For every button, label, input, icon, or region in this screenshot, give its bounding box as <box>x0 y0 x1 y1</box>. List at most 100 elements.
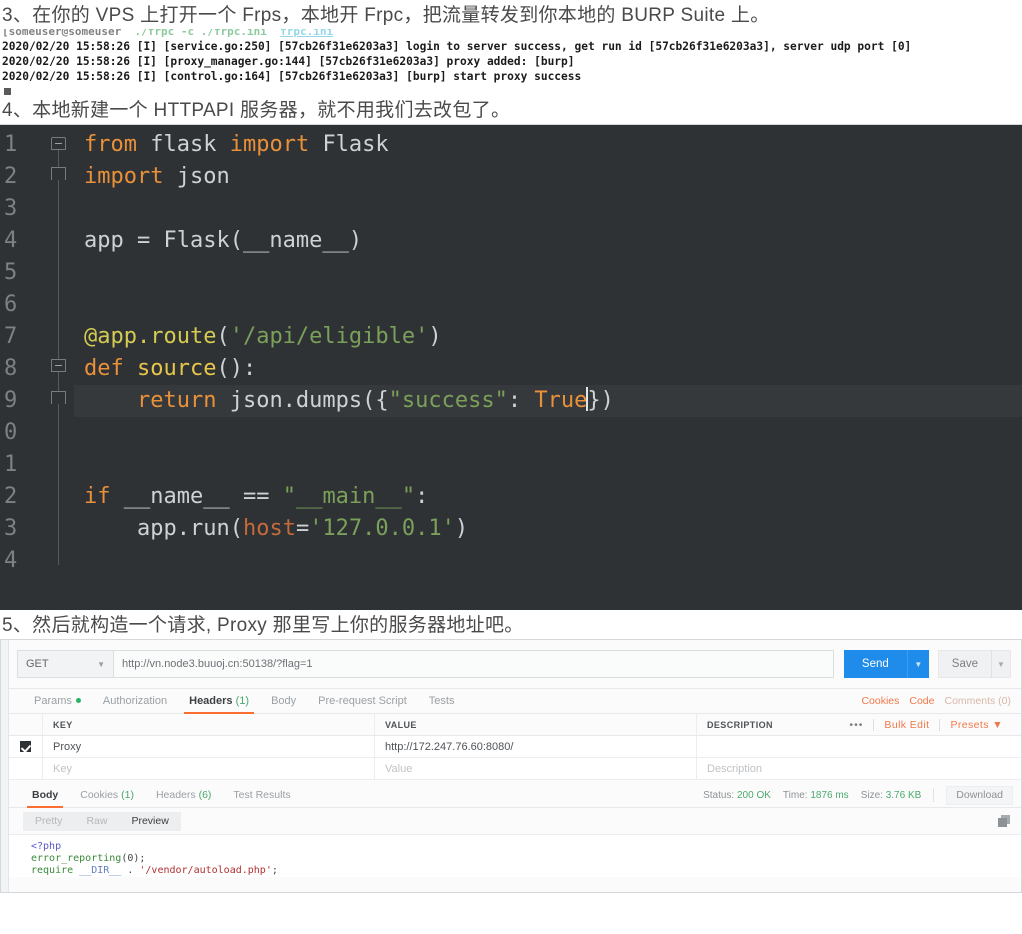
line-number: 1 <box>4 132 18 157</box>
comments-link[interactable]: Comments (0) <box>944 695 1011 707</box>
code-line[interactable] <box>74 545 1022 577</box>
code-line-active[interactable]: return json.dumps({"success": True}) <box>74 385 1022 417</box>
headers-table-tools[interactable]: ••• Bulk Edit Presets ▼ <box>839 718 1021 731</box>
table-row[interactable]: Key Value Description <box>9 758 1021 780</box>
code-line[interactable] <box>74 257 1022 289</box>
terminal-cursor <box>4 88 11 95</box>
request-tabs-actions[interactable]: Cookies Code Comments (0) <box>861 695 1021 707</box>
header-description-cell[interactable] <box>697 736 1021 757</box>
download-button[interactable]: Download <box>946 785 1013 805</box>
heading-step-5: 5、然后就构造一个请求, Proxy 那里写上你的服务器地址吧。 <box>2 615 524 636</box>
row-checkbox-cell[interactable] <box>9 758 43 779</box>
line-number: 3 <box>4 196 18 221</box>
fold-icon-line8[interactable] <box>51 359 66 372</box>
chevron-down-icon: ▼ <box>992 718 1003 731</box>
editor-gutter: 1 2 3 4 5 6 7 8 9 0 1 2 3 4 <box>0 125 44 610</box>
code-line[interactable]: from flask import Flask <box>74 129 1022 161</box>
header-key-cell[interactable]: Proxy <box>43 736 375 757</box>
code-line[interactable]: app.run(host='127.0.0.1') <box>74 513 1022 545</box>
row-checkbox[interactable] <box>20 741 31 752</box>
line-number: 4 <box>4 228 18 253</box>
fold-icon-line1[interactable] <box>51 137 66 150</box>
tab-authorization[interactable]: Authorization <box>92 688 178 714</box>
status-badge: Status: 200 OK <box>703 789 771 801</box>
response-body-preview: <?php error_reporting(0); require __DIR_… <box>9 834 1021 877</box>
terminal-line: 2020/02/20 15:58:26 [I] [service.go:250]… <box>2 40 912 53</box>
save-button-group[interactable]: Save ▼ <box>937 650 1011 678</box>
terminal-log-panel: [someuser@someuser ./frpc -c ./frpc.ini … <box>0 29 1022 95</box>
response-code-line: require __DIR__ . '/vendor/autoload.php'… <box>31 865 278 876</box>
params-modified-dot-icon <box>75 698 81 703</box>
line-number: 4 <box>4 548 18 573</box>
header-value-cell-placeholder[interactable]: Value <box>375 758 697 779</box>
tab-headers[interactable]: Headers (1) <box>178 688 260 714</box>
format-pretty[interactable]: Pretty <box>23 812 74 831</box>
row-checkbox-cell[interactable] <box>9 736 43 757</box>
format-preview[interactable]: Preview <box>119 811 181 831</box>
terminal-clipped-mid: ./frpc -c ./frpc.ini <box>134 29 267 38</box>
header-value-cell[interactable]: http://172.247.76.60:8080/ <box>375 736 697 757</box>
format-raw[interactable]: Raw <box>74 812 119 831</box>
code-line[interactable] <box>74 289 1022 321</box>
code-line[interactable] <box>74 449 1022 481</box>
format-toggle-group[interactable]: Pretty Raw Preview <box>23 811 181 831</box>
line-number: 8 <box>4 356 18 381</box>
code-line[interactable] <box>74 417 1022 449</box>
send-button[interactable]: Send <box>843 650 907 678</box>
code-line[interactable]: app = Flask(__name__) <box>74 225 1022 257</box>
copy-icon[interactable] <box>998 814 1011 828</box>
editor-code-area[interactable]: from flask import Flask import json app … <box>74 125 1022 610</box>
header-checkbox-column <box>9 714 43 735</box>
heading-step-3: 3、在你的 VPS 上打开一个 Frps，本地开 Frpc，把流量转发到你本地的… <box>2 5 770 26</box>
column-key: KEY <box>43 714 375 735</box>
code-link[interactable]: Code <box>909 695 934 707</box>
terminal-clipped-suffix: frpc.ini <box>280 29 334 38</box>
code-line[interactable]: @app.route('/api/eligible') <box>74 321 1022 353</box>
postman-left-rail <box>1 640 9 892</box>
http-method-value: GET <box>26 658 49 670</box>
send-options-chevron-icon[interactable]: ▼ <box>906 650 929 678</box>
request-url-input[interactable]: http://vn.node3.buuoj.cn:50138/?flag=1 <box>113 650 834 678</box>
presets-button[interactable]: Presets ▼ <box>940 719 1013 731</box>
column-description: DESCRIPTION ••• Bulk Edit Presets ▼ <box>697 714 1021 735</box>
cookies-link[interactable]: Cookies <box>861 695 899 707</box>
save-options-chevron-icon[interactable]: ▼ <box>991 650 1011 678</box>
chevron-down-icon: ▼ <box>97 659 105 669</box>
line-number: 6 <box>4 292 18 317</box>
response-tab-headers[interactable]: Headers (6) <box>145 782 222 808</box>
response-code-line: <?php <box>31 841 62 852</box>
request-tabs[interactable]: Params Authorization Headers (1) Body Pr… <box>9 688 1021 714</box>
tab-pre-request-script[interactable]: Pre-request Script <box>307 688 418 714</box>
fold-icon-line2[interactable] <box>51 167 66 180</box>
code-line[interactable]: if __name__ == "__main__": <box>74 481 1022 513</box>
fold-icon-line9[interactable] <box>51 391 66 404</box>
more-options-icon[interactable]: ••• <box>839 719 873 731</box>
response-tab-cookies[interactable]: Cookies (1) <box>69 782 145 808</box>
code-editor[interactable]: 1 2 3 4 5 6 7 8 9 0 1 2 3 4 from flask i… <box>0 124 1022 610</box>
response-tabs[interactable]: Body Cookies (1) Headers (6) Test Result… <box>9 783 1021 808</box>
tab-params[interactable]: Params <box>23 688 92 714</box>
bulk-edit-button[interactable]: Bulk Edit <box>874 719 939 731</box>
tab-tests[interactable]: Tests <box>418 688 466 714</box>
code-line[interactable]: def source(): <box>74 353 1022 385</box>
editor-fold-column[interactable] <box>44 125 74 610</box>
line-number: 9 <box>4 388 18 413</box>
table-row[interactable]: Proxy http://172.247.76.60:8080/ <box>9 736 1021 758</box>
column-value: VALUE <box>375 714 697 735</box>
line-number: 1 <box>4 452 18 477</box>
response-format-bar[interactable]: Pretty Raw Preview <box>9 808 1021 834</box>
size-badge: Size: 3.76 KB <box>860 789 922 801</box>
response-tab-body[interactable]: Body <box>21 782 69 808</box>
response-tab-test-results[interactable]: Test Results <box>222 782 301 808</box>
send-button-group[interactable]: Send ▼ <box>843 650 929 678</box>
code-structure-line <box>58 145 59 565</box>
http-method-select[interactable]: GET ▼ <box>17 650 113 678</box>
code-line[interactable]: import json <box>74 161 1022 193</box>
code-line[interactable] <box>74 193 1022 225</box>
tab-body[interactable]: Body <box>260 688 307 714</box>
save-button[interactable]: Save <box>937 650 991 678</box>
header-key-cell-placeholder[interactable]: Key <box>43 758 375 779</box>
request-url-bar[interactable]: GET ▼ http://vn.node3.buuoj.cn:50138/?fl… <box>9 640 1021 688</box>
header-description-cell-placeholder[interactable]: Description <box>697 758 1021 779</box>
postman-window[interactable]: GET ▼ http://vn.node3.buuoj.cn:50138/?fl… <box>0 639 1022 893</box>
